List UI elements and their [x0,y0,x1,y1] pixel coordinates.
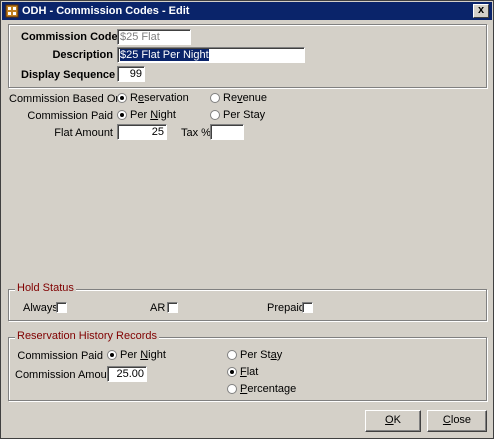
description-field[interactable]: $25 Flat Per Night [117,47,305,63]
description-value: $25 Flat Per Night [120,49,209,61]
reservation-label-rest: ervation [149,92,189,104]
ar-checkbox[interactable] [167,302,178,313]
percentage-radio-label[interactable]: Percentage [240,383,296,395]
reservation-history-title: Reservation History Records [15,330,159,342]
reservation-radio-label[interactable]: Reservation [130,92,189,104]
always-checkbox[interactable] [56,302,67,313]
reservation-radio[interactable] [117,93,127,103]
display-sequence-field[interactable]: 99 [117,66,145,82]
percentage-radio[interactable] [227,384,237,394]
ok-button[interactable]: OK [365,410,421,432]
ok-button-rest: K [393,414,401,426]
hold-status-title: Hold Status [15,282,76,294]
flat-radio-label[interactable]: Flat [240,366,258,378]
commission-based-on-label: Commission Based On [9,93,122,105]
commission-paid-label: Commission Paid [27,110,113,122]
flat-amount-field[interactable]: 25 [117,124,167,140]
display-sequence-label: Display Sequence [21,69,116,81]
tax-percent-label: Tax % [181,127,211,139]
description-label: Description [52,49,113,61]
history-per-stay-radio[interactable] [227,350,237,360]
history-commission-paid-label: Commission Paid [17,350,103,362]
close-window-icon[interactable]: x [473,4,489,18]
per-night-radio-label[interactable]: Per Night [130,109,176,121]
history-per-night-radio[interactable] [107,350,117,360]
per-stay-radio[interactable] [210,110,220,120]
commission-amount-label: Commission Amount [15,369,116,381]
close-button-rest: lose [450,414,472,426]
ar-label: AR [150,302,166,314]
close-button[interactable]: Close [427,410,487,432]
app-icon [5,4,19,18]
commission-code-label: Commission Code [21,31,118,43]
revenue-radio-label[interactable]: Revenue [223,92,267,104]
flat-radio[interactable] [227,367,237,377]
history-per-night-label[interactable]: Per Night [120,349,166,361]
prepaid-label: Prepaid [267,302,305,314]
commission-amount-field[interactable]: 25.00 [107,366,147,382]
commission-code-field: $25 Flat [117,29,191,45]
per-night-radio[interactable] [117,110,127,120]
revenue-radio[interactable] [210,93,220,103]
flat-amount-label: Flat Amount [54,127,113,139]
always-label: Always [23,302,58,314]
commission-codes-edit-window: ODH - Commission Codes - Edit x Commissi… [0,0,494,439]
prepaid-checkbox[interactable] [302,302,313,313]
history-per-stay-label[interactable]: Per Stay [240,349,282,361]
hold-status-group [8,289,487,321]
per-stay-radio-label[interactable]: Per Stay [223,109,265,121]
tax-percent-field[interactable] [210,124,244,140]
title-bar[interactable]: ODH - Commission Codes - Edit x [2,2,492,20]
window-title: ODH - Commission Codes - Edit [22,5,190,17]
